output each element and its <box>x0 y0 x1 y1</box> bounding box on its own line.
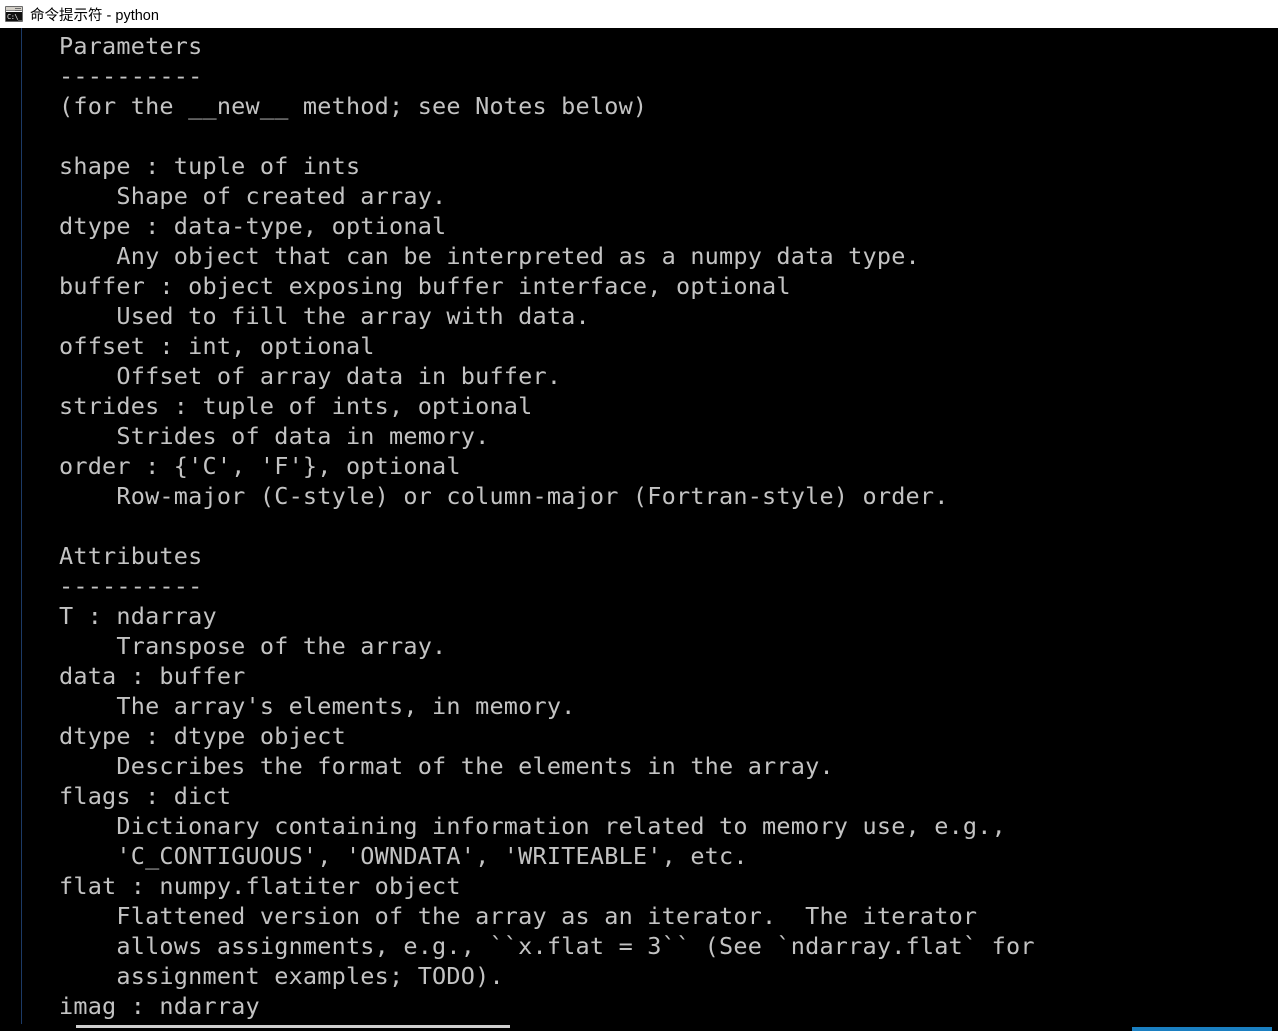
console-line: dtype : dtype object <box>59 722 346 750</box>
console-line: imag : ndarray <box>59 992 260 1020</box>
console-line: Describes the format of the elements in … <box>59 752 834 780</box>
console-line: order : {'C', 'F'}, optional <box>59 452 461 480</box>
console-line: ---------- <box>59 62 203 90</box>
console-line: shape : tuple of ints <box>59 152 361 180</box>
console-line: Shape of created array. <box>59 182 447 210</box>
console-line: Strides of data in memory. <box>59 422 490 450</box>
console-line: T : ndarray <box>59 602 217 630</box>
console-line: flat : numpy.flatiter object <box>59 872 461 900</box>
console-line: Transpose of the array. <box>59 632 447 660</box>
console-output-area[interactable]: Parameters ---------- (for the __new__ met… <box>0 28 1278 1031</box>
console-text-buffer: Parameters ---------- (for the __new__ met… <box>59 31 1269 1021</box>
scrollbar-accent-marker <box>1132 1027 1272 1031</box>
console-line: Any object that can be interpreted as a … <box>59 242 920 270</box>
cmd-console-icon: C:\_ <box>5 6 23 22</box>
window-title: 命令提示符 - python <box>30 7 159 24</box>
horizontal-scrollbar-thumb[interactable] <box>76 1025 510 1028</box>
console-line: allows assignments, e.g., ``x.flat = 3``… <box>59 932 1035 960</box>
console-line: strides : tuple of ints, optional <box>59 392 533 420</box>
console-line: Row-major (C-style) or column-major (For… <box>59 482 949 510</box>
icon-prompt-glyph: C:\_ <box>6 12 22 21</box>
console-line: assignment examples; TODO). <box>59 962 504 990</box>
console-line: The array's elements, in memory. <box>59 692 576 720</box>
console-line: data : buffer <box>59 662 246 690</box>
console-line: Offset of array data in buffer. <box>59 362 562 390</box>
console-line: 'C_CONTIGUOUS', 'OWNDATA', 'WRITEABLE', … <box>59 842 748 870</box>
console-line: offset : int, optional <box>59 332 375 360</box>
console-line: Used to fill the array with data. <box>59 302 590 330</box>
console-line: Dictionary containing information relate… <box>59 812 1006 840</box>
console-line: Parameters <box>59 32 203 60</box>
console-line: flags : dict <box>59 782 232 810</box>
console-line: dtype : data-type, optional <box>59 212 447 240</box>
console-line: ---------- <box>59 572 203 600</box>
horizontal-scrollbar[interactable] <box>22 1024 1278 1031</box>
console-line: Attributes <box>59 542 203 570</box>
window-titlebar[interactable]: C:\_ 命令提示符 - python <box>0 0 1278 28</box>
console-line: buffer : object exposing buffer interfac… <box>59 272 791 300</box>
client-left-border-rule <box>21 28 22 1024</box>
console-line: Flattened version of the array as an ite… <box>59 902 978 930</box>
icon-titlebar-stripe <box>6 7 22 11</box>
console-line: (for the __new__ method; see Notes below… <box>59 92 648 120</box>
